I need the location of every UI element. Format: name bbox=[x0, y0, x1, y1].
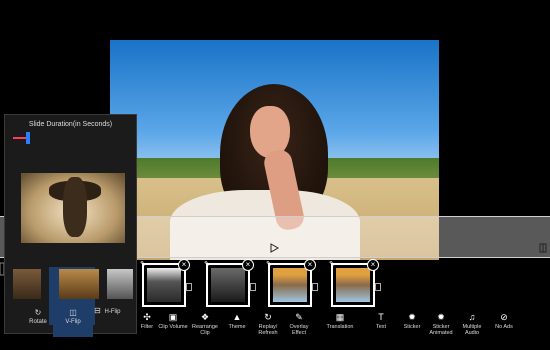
v-flip-icon: ◫ bbox=[69, 308, 77, 317]
duplicate-icon[interactable] bbox=[375, 283, 381, 291]
clip-image bbox=[211, 268, 245, 302]
toolbar-label: Filter bbox=[140, 324, 154, 330]
panel-title: Slide Duration(in Seconds) bbox=[28, 121, 113, 128]
play-icon[interactable] bbox=[269, 243, 279, 253]
sticker-animated-icon: ✹ bbox=[437, 312, 445, 322]
clip-thumb-3[interactable]: ✎ × bbox=[266, 259, 318, 307]
rearrange-icon: ❖ bbox=[200, 312, 210, 322]
fullscreen-icon[interactable] bbox=[538, 243, 548, 253]
edit-icon[interactable]: ✎ bbox=[140, 261, 148, 269]
close-icon[interactable]: × bbox=[367, 259, 379, 271]
filter-icon: ✣ bbox=[143, 312, 151, 322]
edit-icon[interactable]: ✎ bbox=[266, 261, 274, 269]
toolbar-sticker-animated[interactable]: ✹ Sticker Animated bbox=[424, 310, 458, 336]
panel-thumb-strip bbox=[13, 269, 133, 301]
toolbar-label: Overlay Effect bbox=[289, 324, 309, 336]
translation-icon: ▦ bbox=[335, 312, 345, 322]
panel-thumb-1[interactable] bbox=[13, 269, 41, 299]
toolbar-label: Sticker Animated bbox=[429, 324, 453, 336]
toolbar-theme[interactable]: ▲ Theme bbox=[220, 310, 254, 330]
toolbar-label: Clip Volume bbox=[158, 324, 188, 330]
toolbar-rearrange-clip[interactable]: ❖ Rearrange Clip bbox=[188, 310, 222, 336]
edit-icon[interactable]: ✎ bbox=[204, 261, 212, 269]
duration-slider-thumb[interactable] bbox=[26, 132, 30, 144]
toolbar-label: Text bbox=[375, 324, 387, 330]
close-icon[interactable]: × bbox=[304, 259, 316, 271]
clip-thumb-4[interactable]: ✎ × bbox=[329, 259, 381, 307]
sticker-icon: ✹ bbox=[408, 312, 416, 322]
clip-thumb-1[interactable]: ✎ × bbox=[140, 259, 192, 307]
toolbar-no-ads[interactable]: ⊘ No Ads bbox=[487, 310, 521, 330]
volume-icon: ▣ bbox=[168, 312, 178, 322]
audio-icon: ♫ bbox=[468, 312, 476, 322]
toolbar-label: Theme bbox=[228, 324, 246, 330]
edit-icon[interactable]: ✎ bbox=[329, 261, 337, 269]
toolbar-multiple-audio[interactable]: ♫ Multiple Audio bbox=[455, 310, 489, 336]
toolbar-text[interactable]: T Text bbox=[364, 310, 398, 330]
h-flip-button[interactable]: ⊟ H-Flip bbox=[91, 306, 123, 316]
theme-icon: ▲ bbox=[232, 312, 242, 322]
overlay-icon: ✎ bbox=[295, 312, 303, 322]
v-flip-label: V-Flip bbox=[65, 319, 81, 325]
toolbar-label: Translation bbox=[326, 324, 354, 330]
toolbar-overlay-effect[interactable]: ✎ Overlay Effect bbox=[282, 310, 316, 336]
sepia-figure bbox=[63, 177, 87, 237]
v-flip-button[interactable]: ◫ V-Flip bbox=[53, 307, 93, 337]
rotate-label: Rotate bbox=[29, 319, 47, 325]
duplicate-icon[interactable] bbox=[312, 283, 318, 291]
toolbar-label: Rearrange Clip bbox=[192, 324, 218, 336]
clip-thumb-2[interactable]: ✎ × bbox=[204, 259, 256, 307]
bottom-toolbar: ✣ Filter ▣ Clip Volume ❖ Rearrange Clip … bbox=[130, 310, 550, 350]
toolbar-clip-volume[interactable]: ▣ Clip Volume bbox=[156, 310, 190, 330]
close-icon[interactable]: × bbox=[178, 259, 190, 271]
clip-image bbox=[147, 268, 181, 302]
h-flip-icon: ⊟ bbox=[94, 306, 101, 315]
text-icon: T bbox=[378, 312, 384, 322]
slide-settings-panel: Slide Duration(in Seconds) ↻ Rotate ◫ V-… bbox=[4, 114, 138, 337]
clip-image bbox=[273, 268, 307, 302]
toolbar-label: No Ads bbox=[495, 324, 513, 330]
h-flip-label: H-Flip bbox=[104, 309, 121, 315]
toolbar-translation[interactable]: ▦ Translation bbox=[323, 310, 357, 330]
rotate-button[interactable]: ↻ Rotate bbox=[23, 308, 53, 326]
panel-thumb-3[interactable] bbox=[107, 269, 133, 299]
toolbar-label: Sticker bbox=[403, 324, 421, 330]
panel-thumb-2[interactable] bbox=[59, 269, 99, 299]
panel-actions: ↻ Rotate ◫ V-Flip ⊟ H-Flip bbox=[5, 306, 138, 337]
toolbar-label: Replay/ Refresh bbox=[258, 324, 278, 336]
toolbar-label: Multiple Audio bbox=[462, 324, 482, 336]
toolbar-replay-refresh[interactable]: ↻ Replay/ Refresh bbox=[251, 310, 285, 336]
sepia-preview-image bbox=[21, 173, 125, 243]
rotate-icon: ↻ bbox=[34, 308, 42, 317]
no-ads-icon: ⊘ bbox=[500, 312, 508, 322]
clip-image bbox=[336, 268, 370, 302]
duplicate-icon[interactable] bbox=[250, 283, 256, 291]
refresh-icon: ↻ bbox=[264, 312, 272, 322]
close-icon[interactable]: × bbox=[242, 259, 254, 271]
duplicate-icon[interactable] bbox=[186, 283, 192, 291]
